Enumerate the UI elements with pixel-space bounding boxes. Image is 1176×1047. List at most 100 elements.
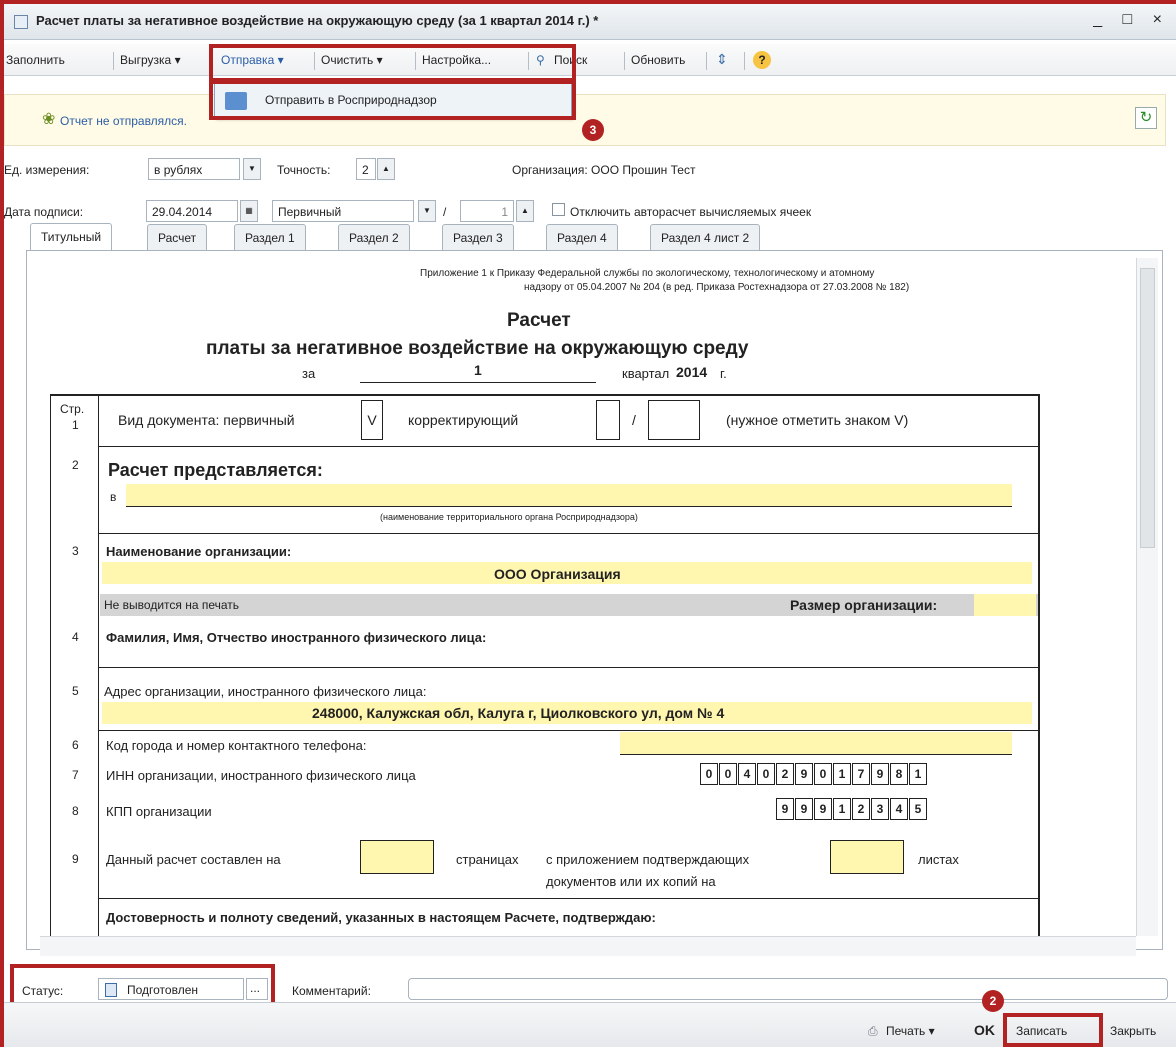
kpp-digit-cell[interactable]: 2 [852, 798, 870, 820]
window-controls[interactable]: _ □ × [1093, 11, 1170, 29]
table-border [98, 394, 99, 936]
inn-digit-cell[interactable]: 4 [738, 763, 756, 785]
precision-label: Точность: [277, 163, 331, 177]
row-number: 4 [72, 630, 79, 644]
za-label: за [302, 366, 316, 381]
refresh-button[interactable]: Обновить [631, 53, 685, 67]
inn-digit-cell[interactable]: 2 [776, 763, 794, 785]
kpp-digit-cell[interactable]: 4 [890, 798, 908, 820]
r9-app: с приложением подтверждающих [546, 852, 750, 867]
close-button[interactable]: Закрыть [1110, 1024, 1156, 1038]
annex-line-2: надзору от 05.04.2007 № 204 (в ред. Прик… [524, 282, 910, 293]
calendar-icon[interactable]: ▦ [240, 200, 258, 222]
corr-number-cell[interactable] [648, 400, 700, 440]
units-label: Ед. измерения: [4, 163, 90, 177]
ok-button[interactable]: OK [974, 1022, 995, 1038]
corr-check-cell[interactable] [596, 400, 620, 440]
spinner-icon[interactable]: ▲ [377, 158, 395, 180]
tab-section-2[interactable]: Раздел 2 [338, 224, 410, 250]
kpp-digit-cell[interactable]: 3 [871, 798, 889, 820]
kpp-digit-cell[interactable]: 5 [909, 798, 927, 820]
chevron-down-icon[interactable]: ▼ [418, 200, 436, 222]
printer-icon: ⎙ [868, 1024, 878, 1038]
correction-number-input[interactable]: 1 [460, 200, 514, 222]
org-size-field[interactable] [974, 594, 1036, 616]
kpp-digit-cell[interactable]: 9 [776, 798, 794, 820]
tab-section-4-sheet-2[interactable]: Раздел 4 лист 2 [650, 224, 761, 250]
vertical-scrollbar[interactable] [1136, 258, 1158, 936]
tab-section-4[interactable]: Раздел 4 [546, 224, 618, 250]
doc-kind-select[interactable]: Первичный [272, 200, 414, 222]
separator [624, 52, 625, 70]
inn-digit-cell[interactable]: 8 [890, 763, 908, 785]
notice-text: Отчет не отправлялся. [60, 114, 188, 128]
sheets-field[interactable] [830, 840, 904, 874]
comment-input[interactable] [408, 978, 1168, 1000]
tab-section-1[interactable]: Раздел 1 [234, 224, 306, 250]
pages-field[interactable] [360, 840, 434, 874]
authority-field[interactable] [126, 484, 1012, 506]
inn-digit-cell[interactable]: 1 [833, 763, 851, 785]
export-button[interactable]: Выгрузка ▾ [120, 53, 181, 67]
inn-digit-cell[interactable]: 9 [871, 763, 889, 785]
noprint-label: Не выводится на печать [104, 598, 240, 612]
app-icon [14, 15, 28, 29]
row-divider [98, 446, 1038, 447]
inn-digit-cell[interactable]: 0 [719, 763, 737, 785]
date-input[interactable]: 29.04.2014 [146, 200, 238, 222]
kpp-digit-cell[interactable]: 9 [795, 798, 813, 820]
kpp-digit-cell[interactable]: 1 [833, 798, 851, 820]
refresh-icon[interactable]: ↻ [1135, 107, 1157, 129]
r2-text: Расчет представляется: [108, 460, 323, 480]
autocalc-checkbox[interactable] [552, 203, 565, 216]
phone-field[interactable] [620, 732, 1012, 754]
spinner-icon[interactable]: ▲ [516, 200, 534, 222]
table-border [50, 394, 51, 936]
r9-pages: страницах [456, 852, 519, 867]
title-bar: Расчет платы за негативное воздействие н… [4, 4, 1176, 40]
kpp-digit-cell[interactable]: 9 [814, 798, 832, 820]
comment-label: Комментарий: [292, 984, 371, 998]
separator [744, 52, 745, 70]
tab-calc[interactable]: Расчет [147, 224, 208, 250]
units-select[interactable]: в рублях [148, 158, 240, 180]
chevron-down-icon[interactable]: ▼ [243, 158, 261, 180]
r10-text: Достоверность и полноту сведений, указан… [106, 910, 656, 925]
row-number: 5 [72, 684, 79, 698]
r2-hint: (наименование территориального органа Ро… [380, 512, 638, 522]
inn-digit-cell[interactable]: 9 [795, 763, 813, 785]
row-number: 7 [72, 768, 79, 782]
inn-digit-cell[interactable]: 0 [757, 763, 775, 785]
r7-text: ИНН организации, иностранного физическог… [106, 768, 416, 783]
date-label: Дата подписи: [4, 205, 84, 219]
precision-input[interactable]: 2 [356, 158, 376, 180]
row-divider [98, 667, 1038, 668]
inn-digit-cell[interactable]: 0 [700, 763, 718, 785]
inn-digit-cell[interactable]: 0 [814, 763, 832, 785]
fill-button[interactable]: Заполнить [6, 53, 65, 67]
tab-title[interactable]: Титульный [30, 223, 113, 251]
help-icon[interactable]: ? [753, 51, 771, 69]
tab-section-3[interactable]: Раздел 3 [442, 224, 514, 250]
highlight-save [1003, 1013, 1103, 1047]
slash-label: / [443, 205, 447, 219]
row-number: 8 [72, 804, 79, 818]
row-number: 9 [72, 852, 79, 866]
str-header: Стр. [60, 402, 85, 416]
doc-title: Расчет [507, 310, 571, 331]
inn-digit-cell[interactable]: 7 [852, 763, 870, 785]
r1-corr: корректирующий [408, 412, 519, 428]
row-divider [98, 730, 1038, 731]
expand-collapse-icon[interactable]: ⇕ [716, 51, 728, 68]
year-value: 2014 [676, 364, 708, 380]
primary-check-cell[interactable]: V [361, 400, 383, 440]
print-button[interactable]: Печать ▾ [886, 1024, 935, 1038]
r9-docs: документов или их копий на [546, 874, 716, 889]
org-size-label: Размер организации: [790, 597, 938, 613]
row-number: 2 [72, 458, 79, 472]
organization-label: Организация: ООО Прошин Тест [512, 163, 696, 177]
emblem-icon: ❀ [42, 111, 56, 128]
horizontal-scrollbar[interactable] [40, 936, 1136, 956]
doc-subtitle: платы за негативное воздействие на окруж… [206, 338, 749, 359]
inn-digit-cell[interactable]: 1 [909, 763, 927, 785]
